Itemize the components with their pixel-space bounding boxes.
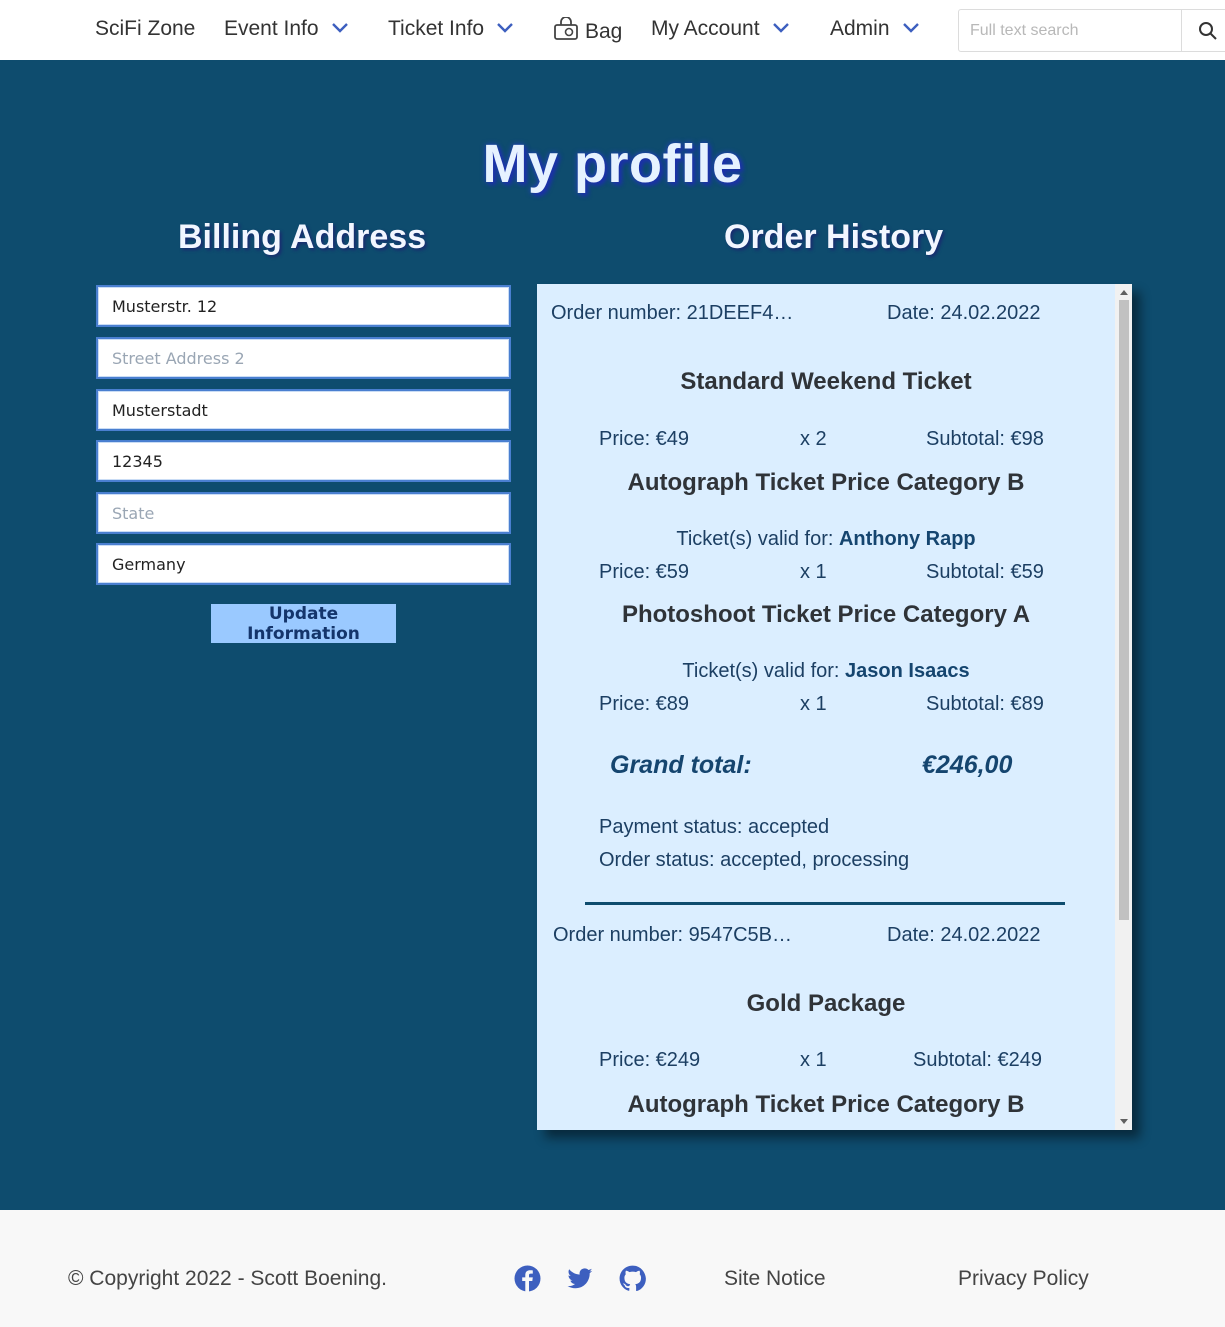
chevron-down-icon [331, 23, 348, 33]
item-subtotal: Subtotal: €89 [926, 693, 1044, 715]
item-subtotal: Subtotal: €249 [913, 1049, 1042, 1071]
twitter-link[interactable] [566, 1265, 593, 1292]
scroll-up-arrow-icon[interactable] [1120, 290, 1128, 295]
payment-status: Payment status: accepted [599, 816, 830, 838]
chevron-down-icon [497, 23, 513, 33]
item-quantity: x 1 [800, 561, 827, 583]
update-information-button[interactable]: Update Information [211, 604, 396, 644]
item-quantity: x 1 [800, 693, 827, 715]
valid-for-label: Ticket(s) valid for: [676, 528, 839, 550]
search-icon [1199, 22, 1217, 40]
nav-my-account[interactable]: My Account [651, 17, 790, 41]
github-icon [619, 1265, 646, 1292]
page-title: My profile [482, 134, 743, 194]
order-item-name: Photoshoot Ticket Price Category A [621, 601, 1031, 628]
item-quantity: x 1 [800, 1049, 827, 1071]
chevron-down-icon [772, 23, 789, 33]
grand-total-label: Grand total: [610, 751, 752, 779]
order-number: Order number: 9547C5B… [553, 924, 793, 946]
order-status: Order status: accepted, processing [599, 849, 910, 871]
footer: © Copyright 2022 - Scott Boening. Site N… [0, 1210, 1225, 1327]
facebook-icon [514, 1265, 541, 1292]
order-item-name: Autograph Ticket Price Category B [627, 469, 1025, 496]
nav-event-info-label: Event Info [224, 17, 319, 40]
nav-ticket-info[interactable]: Ticket Info [388, 17, 514, 41]
item-quantity: x 2 [800, 428, 827, 450]
ticket-valid-for: Ticket(s) valid for: Jason Isaacs [537, 660, 1115, 683]
street-address-1-field[interactable] [96, 285, 511, 327]
brand-link[interactable]: SciFi Zone [95, 17, 195, 41]
privacy-policy-link[interactable]: Privacy Policy [958, 1267, 1089, 1291]
site-notice-link[interactable]: Site Notice [724, 1267, 826, 1291]
shopping-bag-icon [554, 16, 578, 40]
order-item-name: Gold Package [746, 990, 906, 1017]
scrollbar-thumb[interactable] [1119, 300, 1129, 920]
nav-my-account-label: My Account [651, 17, 760, 40]
order-history-scrollbar[interactable] [1115, 284, 1132, 1130]
twitter-icon [567, 1268, 593, 1289]
order-number: Order number: 21DEEF4… [551, 302, 794, 324]
item-subtotal: Subtotal: €98 [926, 428, 1044, 450]
item-subtotal: Subtotal: €59 [926, 561, 1044, 583]
ticket-valid-for: Ticket(s) valid for: Anthony Rapp [537, 528, 1115, 551]
country-field[interactable] [96, 543, 511, 585]
search-input[interactable] [958, 9, 1182, 52]
postcode-field[interactable] [96, 440, 511, 482]
item-price: Price: €249 [599, 1049, 701, 1071]
order-item-name: Standard Weekend Ticket [680, 368, 972, 395]
order-history-heading: Order History [724, 218, 944, 256]
state-field[interactable] [96, 492, 511, 534]
nav-bag-label: Bag [585, 20, 623, 43]
order-item-name: Autograph Ticket Price Category B [627, 1091, 1025, 1118]
nav-admin-label: Admin [830, 17, 890, 40]
grand-total-value: €246,00 [922, 751, 1013, 779]
order-date: Date: 24.02.2022 [887, 924, 1041, 946]
navbar: SciFi Zone Event Info Ticket Info Bag My… [0, 0, 1225, 60]
item-price: Price: €49 [599, 428, 690, 450]
valid-for-name: Jason Isaacs [845, 660, 970, 682]
order-date: Date: 24.02.2022 [887, 302, 1041, 324]
copyright-text: © Copyright 2022 - Scott Boening. [68, 1267, 387, 1290]
item-price: Price: €59 [599, 561, 690, 583]
scroll-down-arrow-icon[interactable] [1120, 1119, 1128, 1124]
search-button[interactable] [1181, 9, 1225, 52]
github-link[interactable] [619, 1265, 646, 1292]
nav-admin[interactable]: Admin [830, 17, 920, 41]
item-price: Price: €89 [599, 693, 690, 715]
order-history-panel[interactable]: Order number: 21DEEF4… Date: 24.02.2022 … [537, 284, 1132, 1130]
street-address-2-field[interactable] [96, 337, 511, 379]
billing-address-heading: Billing Address [178, 218, 427, 256]
valid-for-name: Anthony Rapp [838, 528, 976, 550]
order-divider [585, 902, 1065, 905]
city-field[interactable] [96, 389, 511, 431]
chevron-down-icon [902, 23, 919, 33]
nav-bag[interactable]: Bag [553, 16, 623, 44]
nav-ticket-info-label: Ticket Info [388, 17, 485, 40]
nav-event-info[interactable]: Event Info [224, 17, 349, 41]
valid-for-label: Ticket(s) valid for: [682, 660, 846, 682]
facebook-link[interactable] [514, 1265, 541, 1292]
